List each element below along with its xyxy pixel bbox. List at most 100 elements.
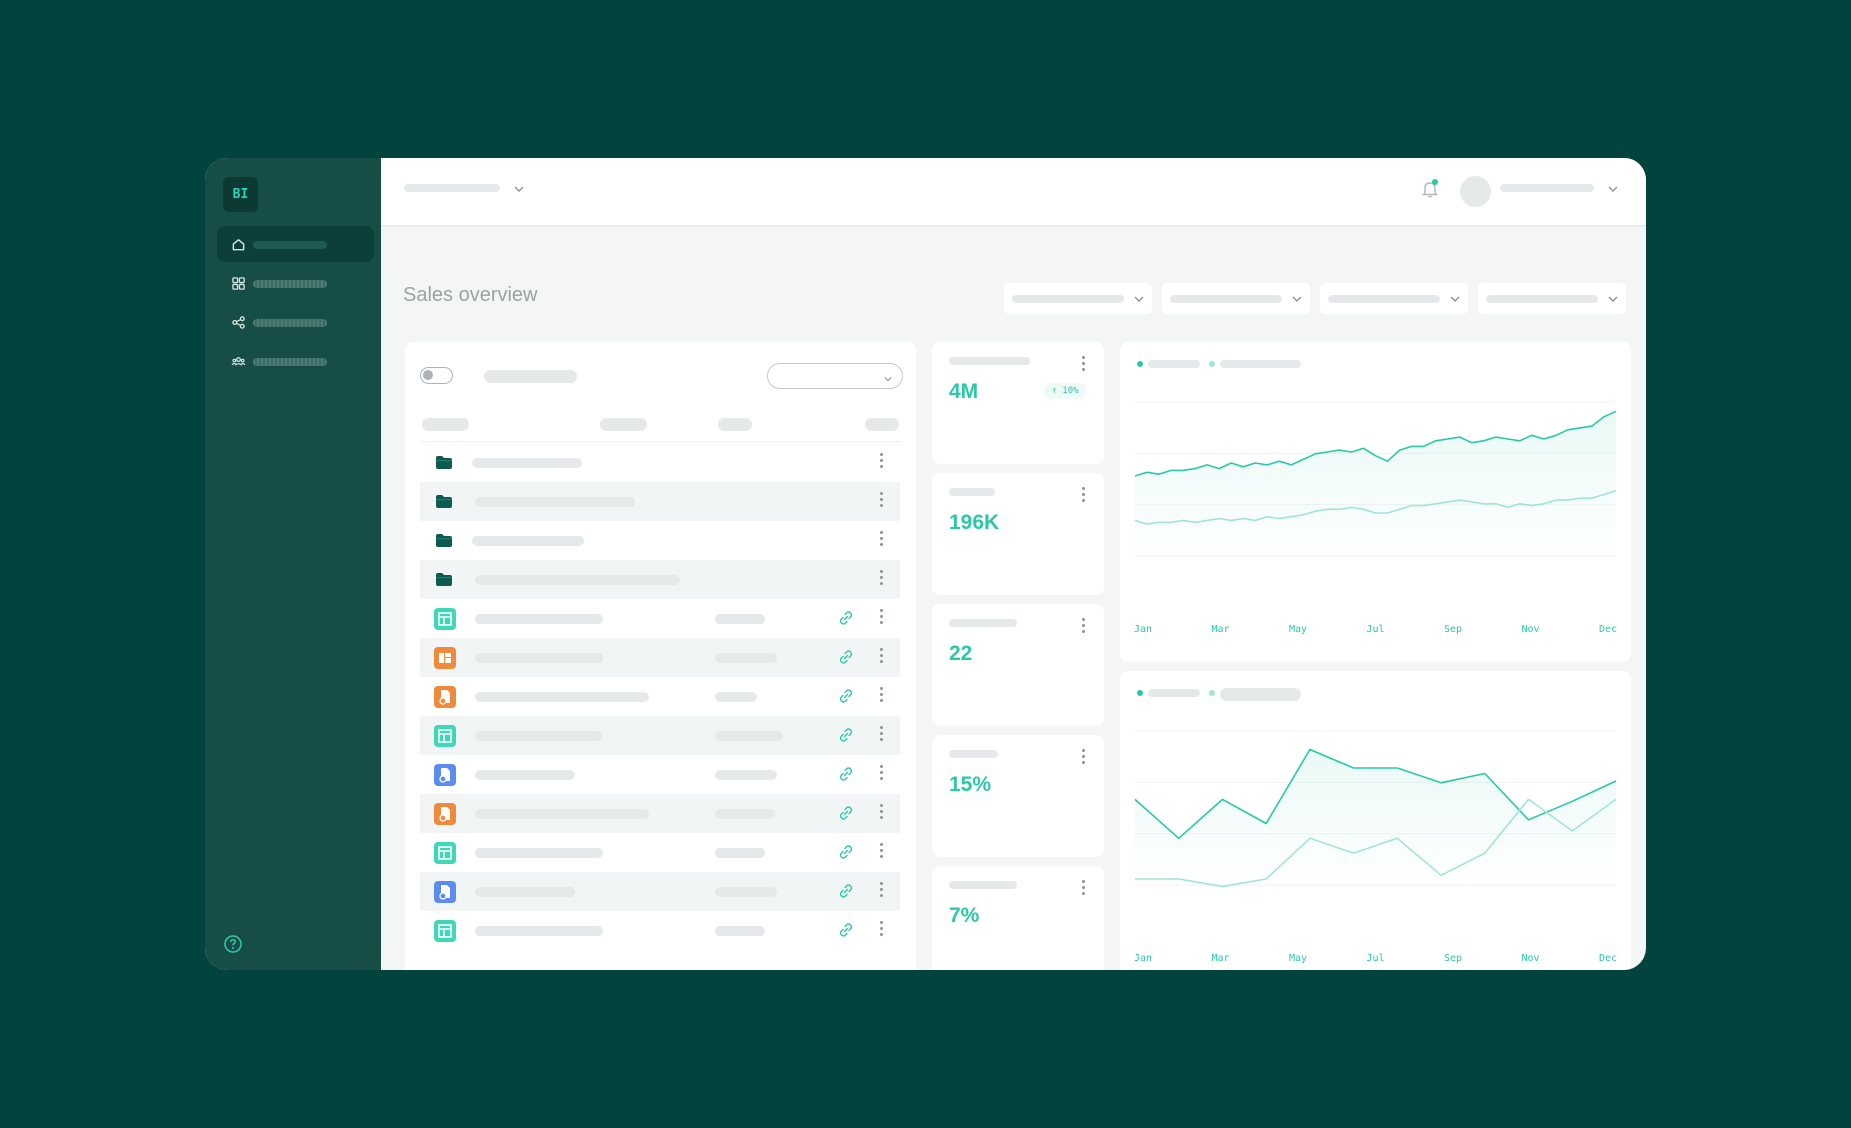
list-item[interactable] xyxy=(420,638,900,677)
item-name xyxy=(475,731,603,741)
link-icon[interactable] xyxy=(838,727,854,743)
kebab-menu-icon[interactable] xyxy=(1082,618,1086,636)
kebab-menu-icon[interactable] xyxy=(880,609,884,627)
home-icon xyxy=(232,239,245,251)
item-date xyxy=(715,848,765,858)
series-area xyxy=(1135,411,1616,572)
sidebar-item-home[interactable] xyxy=(217,226,374,262)
chart-card: Jan Mar May Jul Sep Nov Dec xyxy=(1120,671,1631,970)
report-icon xyxy=(434,881,456,903)
workspace-selector-label[interactable] xyxy=(404,184,500,192)
report-icon xyxy=(434,686,456,708)
item-date xyxy=(715,653,777,663)
sidebar-item-share[interactable] xyxy=(217,304,374,340)
link-icon[interactable] xyxy=(838,688,854,704)
folder-icon xyxy=(436,456,452,469)
table-icon xyxy=(434,725,456,747)
list-item[interactable] xyxy=(420,911,900,950)
x-tick-label: Dec xyxy=(1599,953,1617,964)
sidebar-item-dashboards[interactable] xyxy=(217,265,374,301)
kebab-menu-icon[interactable] xyxy=(880,804,884,822)
kebab-menu-icon[interactable] xyxy=(1082,487,1086,505)
app-logo[interactable]: BI xyxy=(223,177,258,212)
list-item[interactable] xyxy=(420,872,900,911)
table-icon xyxy=(434,842,456,864)
kebab-menu-icon[interactable] xyxy=(1082,749,1086,767)
list-item[interactable] xyxy=(420,716,900,755)
list-item[interactable] xyxy=(420,443,900,482)
chevron-down-icon[interactable] xyxy=(514,186,524,192)
kebab-menu-icon[interactable] xyxy=(880,648,884,666)
list-item[interactable] xyxy=(420,482,900,521)
kebab-menu-icon[interactable] xyxy=(880,453,884,471)
topbar xyxy=(381,158,1646,227)
chart-card: Jan Mar May Jul Sep Nov Dec xyxy=(1120,342,1631,662)
chevron-down-icon xyxy=(1292,296,1302,302)
kebab-menu-icon[interactable] xyxy=(880,687,884,705)
item-name xyxy=(475,575,680,585)
list-item[interactable] xyxy=(420,794,900,833)
kebab-menu-icon[interactable] xyxy=(1082,356,1086,374)
kebab-menu-icon[interactable] xyxy=(880,843,884,861)
x-tick-label: Nov xyxy=(1521,624,1539,635)
link-icon[interactable] xyxy=(838,844,854,860)
link-icon[interactable] xyxy=(838,766,854,782)
column-header[interactable] xyxy=(865,418,899,431)
link-icon[interactable] xyxy=(838,805,854,821)
kpi-value: 196K xyxy=(949,511,1000,534)
column-header[interactable] xyxy=(600,418,647,431)
filter-label xyxy=(1012,295,1124,303)
kebab-menu-icon[interactable] xyxy=(880,921,884,939)
kebab-menu-icon[interactable] xyxy=(880,726,884,744)
column-header[interactable] xyxy=(422,418,469,431)
kpi-card: 4M ↑ 10% xyxy=(932,342,1104,464)
list-item[interactable] xyxy=(420,560,900,599)
kebab-menu-icon[interactable] xyxy=(880,492,884,510)
item-date xyxy=(715,731,783,741)
filter-label xyxy=(1486,295,1598,303)
x-tick-label: May xyxy=(1289,953,1307,964)
list-item[interactable] xyxy=(420,521,900,560)
filter-dropdown[interactable] xyxy=(1320,283,1468,314)
link-icon[interactable] xyxy=(838,610,854,626)
series-area xyxy=(1135,749,1616,886)
list-item[interactable] xyxy=(420,677,900,716)
chevron-down-icon xyxy=(1134,296,1144,302)
list-item[interactable] xyxy=(420,599,900,638)
table-icon xyxy=(434,608,456,630)
kebab-menu-icon[interactable] xyxy=(880,570,884,588)
link-icon[interactable] xyxy=(838,649,854,665)
help-icon[interactable] xyxy=(223,934,243,954)
column-header[interactable] xyxy=(718,418,752,431)
folder-icon xyxy=(436,495,452,508)
x-tick-label: May xyxy=(1289,624,1307,635)
avatar[interactable] xyxy=(1460,176,1491,207)
link-icon[interactable] xyxy=(838,922,854,938)
list-item[interactable] xyxy=(420,755,900,794)
filter-dropdown[interactable] xyxy=(1004,283,1152,314)
link-icon[interactable] xyxy=(838,883,854,899)
sidebar-item-label xyxy=(253,280,327,288)
x-tick-label: Nov xyxy=(1521,953,1539,964)
sidebar-item-users[interactable] xyxy=(217,343,374,379)
toggle-switch[interactable] xyxy=(420,367,453,384)
user-name-label[interactable] xyxy=(1500,184,1594,192)
bell-icon[interactable] xyxy=(1421,179,1439,199)
kpi-card: 15% xyxy=(932,735,1104,857)
item-name xyxy=(475,692,649,702)
list-item[interactable] xyxy=(420,833,900,872)
kebab-menu-icon[interactable] xyxy=(880,765,884,783)
kebab-menu-icon[interactable] xyxy=(1082,880,1086,898)
filter-dropdown[interactable] xyxy=(1162,283,1310,314)
item-date xyxy=(715,770,777,780)
kebab-menu-icon[interactable] xyxy=(880,531,884,549)
kebab-menu-icon[interactable] xyxy=(880,882,884,900)
item-name xyxy=(475,887,575,897)
line-chart: Jan Mar May Jul Sep Nov Dec xyxy=(1134,730,1617,964)
chevron-down-icon[interactable] xyxy=(1608,186,1618,192)
kpi-value: 15% xyxy=(949,773,992,796)
sort-select[interactable] xyxy=(767,363,903,389)
item-date xyxy=(715,614,765,624)
share-icon xyxy=(232,316,245,329)
filter-dropdown[interactable] xyxy=(1478,283,1626,314)
